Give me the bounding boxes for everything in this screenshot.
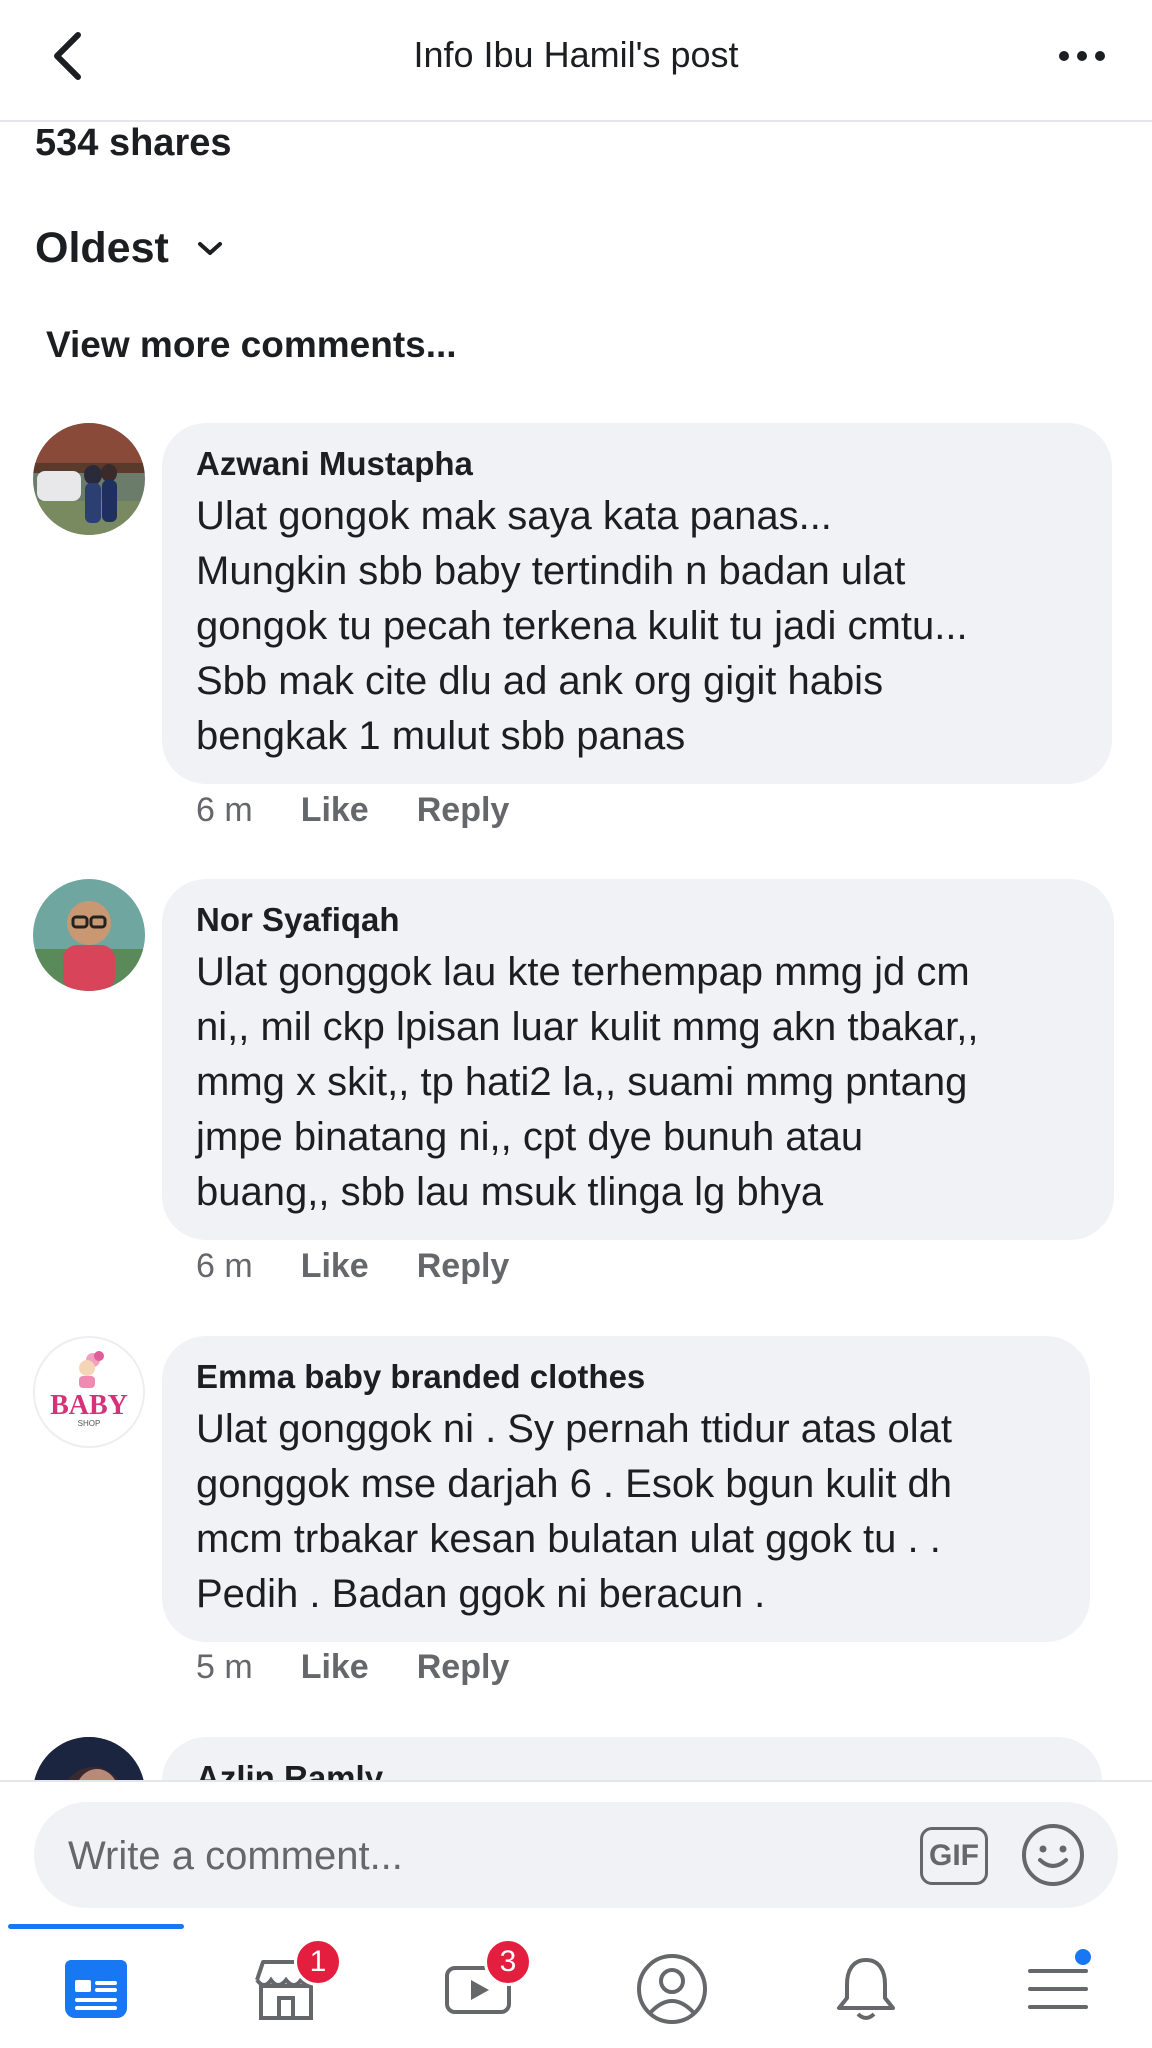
smiley-icon bbox=[1022, 1824, 1084, 1886]
more-options-button[interactable] bbox=[1052, 34, 1112, 78]
bell-icon bbox=[837, 1958, 895, 2020]
comment-composer: GIF bbox=[0, 1780, 1152, 1924]
like-button[interactable]: Like bbox=[301, 791, 369, 830]
dot bbox=[1059, 51, 1069, 61]
tab-menu[interactable] bbox=[1008, 1944, 1108, 2034]
comment-text: Ulat gongok mak saya kata panas... Mungk… bbox=[196, 494, 968, 758]
news-feed-icon bbox=[65, 1960, 127, 2018]
view-more-comments-link[interactable]: View more comments... bbox=[46, 324, 457, 366]
comment-author[interactable]: Emma baby branded clothes bbox=[196, 1358, 1056, 1396]
comment-actions: 6 m Like Reply bbox=[196, 1247, 509, 1286]
reply-button[interactable]: Reply bbox=[417, 1648, 510, 1687]
comment-bubble: Emma baby branded clothes Ulat gonggok n… bbox=[162, 1336, 1090, 1642]
reply-button[interactable]: Reply bbox=[417, 1247, 510, 1286]
comment-author[interactable]: Azwani Mustapha bbox=[196, 445, 1078, 483]
avatar[interactable] bbox=[33, 879, 145, 991]
bottom-tab-bar: 1 3 bbox=[0, 1924, 1152, 2048]
page-title: Info Ibu Hamil's post bbox=[413, 34, 739, 75]
tab-notifications[interactable] bbox=[816, 1944, 916, 2034]
avatar[interactable]: BABY SHOP bbox=[33, 1336, 145, 1448]
tab-profile[interactable] bbox=[622, 1944, 722, 2034]
profile-icon bbox=[637, 1954, 707, 2024]
sort-label: Oldest bbox=[35, 224, 169, 272]
active-tab-indicator bbox=[8, 1924, 184, 1929]
comment-time: 5 m bbox=[196, 1648, 253, 1686]
comment-text: Ulat gonggok ni . Sy pernah ttidur atas … bbox=[196, 1407, 953, 1616]
shares-count[interactable]: 534 shares bbox=[35, 122, 232, 165]
avatar-logo-subtext: SHOP bbox=[78, 1419, 101, 1428]
comment-input[interactable] bbox=[68, 1826, 888, 1886]
comment-author[interactable]: Nor Syafiqah bbox=[196, 901, 1080, 939]
emoji-button[interactable] bbox=[1020, 1822, 1086, 1888]
menu-icon bbox=[1028, 1969, 1088, 2009]
tab-news-feed[interactable] bbox=[46, 1944, 146, 2034]
comment-text: Ulat gonggok lau kte terhempap mmg jd cm… bbox=[196, 950, 979, 1214]
menu-notification-dot bbox=[1072, 1946, 1094, 1968]
tab-marketplace[interactable]: 1 bbox=[236, 1938, 342, 2034]
gif-button[interactable]: GIF bbox=[920, 1827, 988, 1885]
like-button[interactable]: Like bbox=[301, 1247, 369, 1286]
comment-composer-field: GIF bbox=[34, 1802, 1118, 1908]
chevron-down-icon bbox=[197, 241, 222, 255]
reply-button[interactable]: Reply bbox=[417, 791, 510, 830]
comment-actions: 6 m Like Reply bbox=[196, 791, 509, 830]
avatar[interactable] bbox=[33, 423, 145, 535]
avatar-logo-text: BABY bbox=[50, 1390, 128, 1421]
dot bbox=[1077, 51, 1087, 61]
comment-bubble: Azwani Mustapha Ulat gongok mak saya kat… bbox=[162, 423, 1112, 784]
tab-watch[interactable]: 3 bbox=[428, 1938, 532, 2034]
comment-actions: 5 m Like Reply bbox=[196, 1648, 509, 1687]
sort-dropdown[interactable]: Oldest bbox=[35, 224, 223, 273]
notification-badge: 1 bbox=[294, 1938, 342, 1986]
dot bbox=[1095, 51, 1105, 61]
comment-bubble: Nor Syafiqah Ulat gonggok lau kte terhem… bbox=[162, 879, 1114, 1240]
comment-time: 6 m bbox=[196, 791, 253, 829]
like-button[interactable]: Like bbox=[301, 1648, 369, 1687]
comment-time: 6 m bbox=[196, 1247, 253, 1285]
notification-badge: 3 bbox=[484, 1938, 532, 1986]
top-bar: Info Ibu Hamil's post bbox=[0, 0, 1152, 122]
